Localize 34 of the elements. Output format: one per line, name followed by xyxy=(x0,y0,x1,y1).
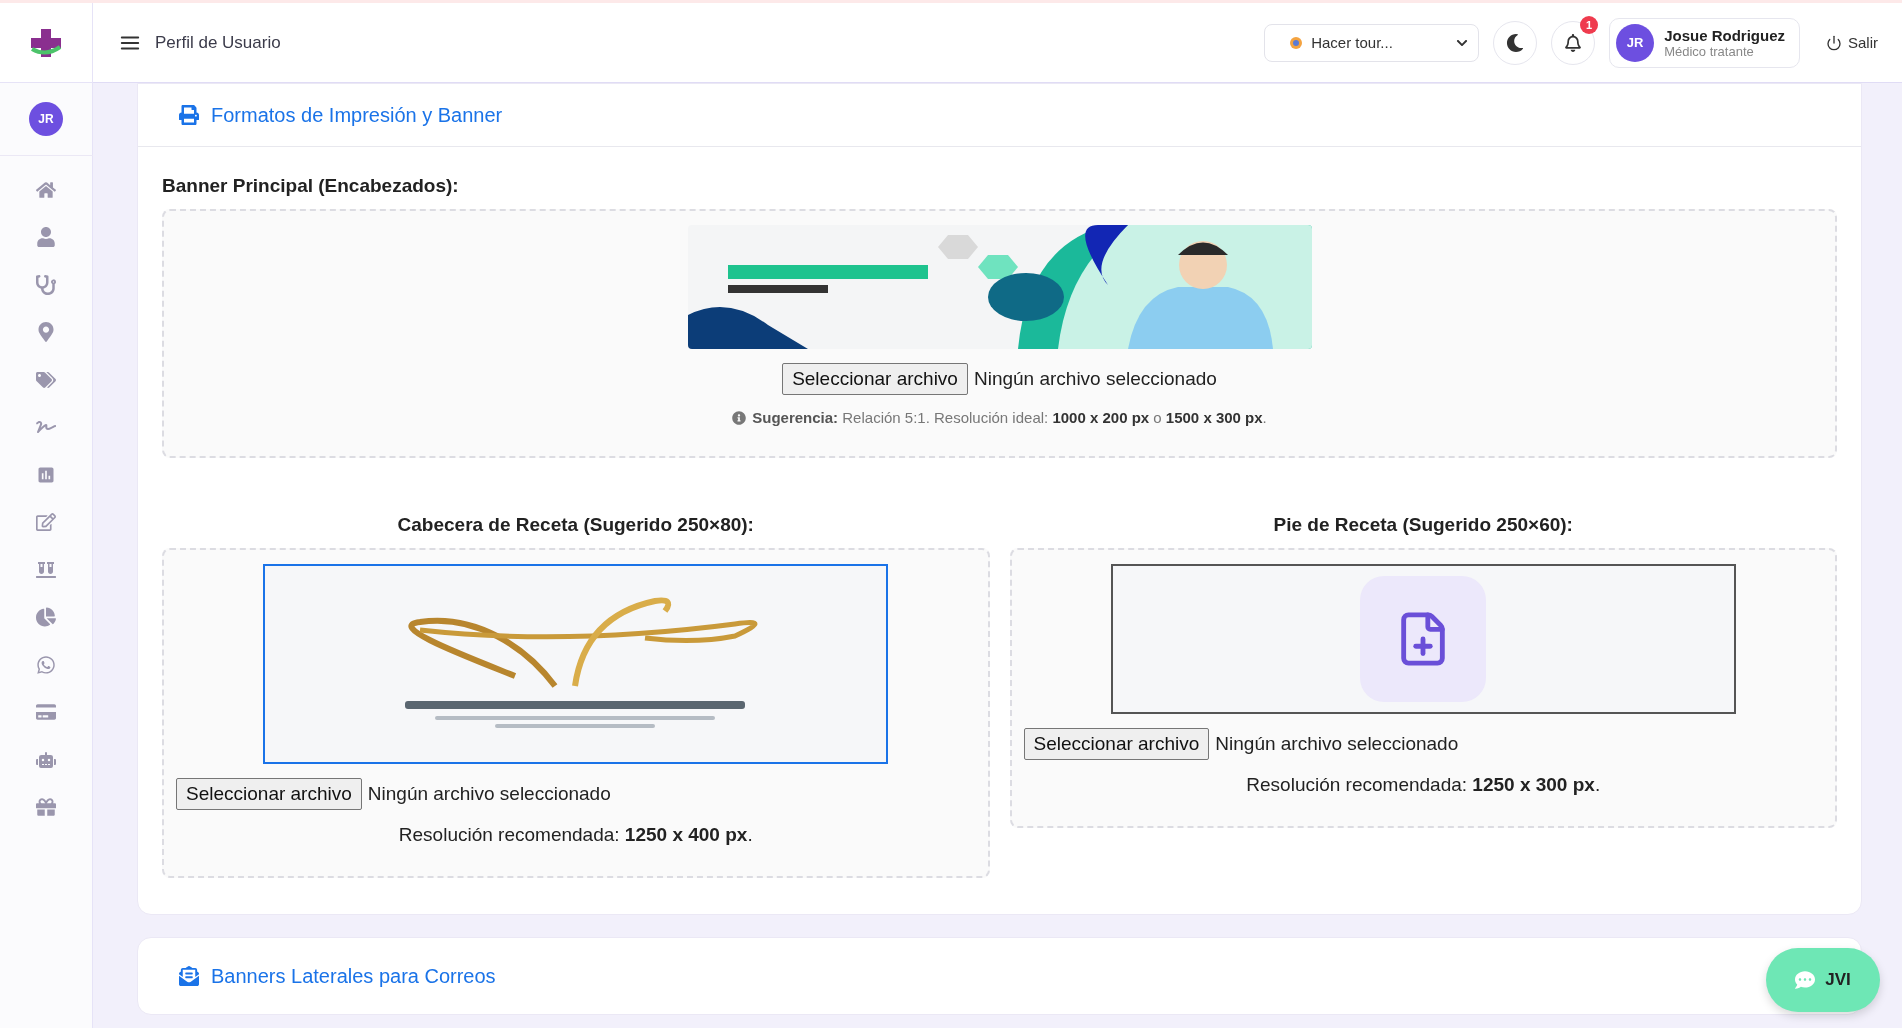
power-icon xyxy=(1826,34,1842,51)
chat-bubble-icon xyxy=(1795,970,1816,990)
user-avatar: JR xyxy=(1616,23,1655,62)
printer-icon xyxy=(179,105,199,125)
section-title: Formatos de Impresión y Banner xyxy=(211,103,503,127)
file-status: Ningún archivo seleccionado xyxy=(973,368,1217,390)
section-title: Banners Laterales para Correos xyxy=(211,964,496,988)
tour-select[interactable]: Hacer tour... xyxy=(1264,23,1480,62)
bell-icon xyxy=(1564,33,1583,52)
field-label: Pie de Receta (Sugerido 250×60): xyxy=(1272,514,1574,536)
field-label: Cabecera de Receta (Sugerido 250×80): xyxy=(396,514,755,536)
choose-file-button[interactable]: Seleccionar archivo xyxy=(1023,728,1210,760)
user-menu[interactable]: JR Josue Rodriguez Médico tratante xyxy=(1609,17,1800,68)
chat-button[interactable]: JVI xyxy=(1766,948,1880,1012)
resolution-note: Resolución recomendada: 1250 x 300 px. xyxy=(1246,774,1601,796)
choose-file-button[interactable]: Seleccionar archivo xyxy=(176,778,362,810)
resolution-note: Resolución recomendada: 1250 x 400 px. xyxy=(398,824,753,846)
file-status: Ningún archivo seleccionado xyxy=(367,783,611,805)
hint-text: Sugerencia: Relación 5:1. Resolución ideal: 1000 x 200 px o 1500 x 300 px. xyxy=(752,409,1267,426)
info-icon xyxy=(732,410,747,425)
moon-icon xyxy=(1506,33,1525,52)
envelope-icon xyxy=(179,966,199,986)
user-name: Josue Rodriguez xyxy=(1664,26,1785,44)
sidebar-avatar[interactable]: JR xyxy=(29,102,63,136)
logout-button[interactable]: Salir xyxy=(1826,34,1878,51)
file-plus-icon[interactable] xyxy=(1360,576,1487,702)
user-role: Médico tratante xyxy=(1664,43,1754,59)
page-title: Perfil de Usuario xyxy=(155,32,282,53)
choose-file-button[interactable]: Seleccionar archivo xyxy=(782,363,968,395)
notification-badge: 1 xyxy=(1580,15,1599,34)
compass-icon xyxy=(1289,35,1304,50)
file-status: Ningún archivo seleccionado xyxy=(1215,733,1459,755)
field-label: Banner Principal (Encabezados): xyxy=(162,175,460,197)
cross-logo-icon xyxy=(29,26,63,59)
